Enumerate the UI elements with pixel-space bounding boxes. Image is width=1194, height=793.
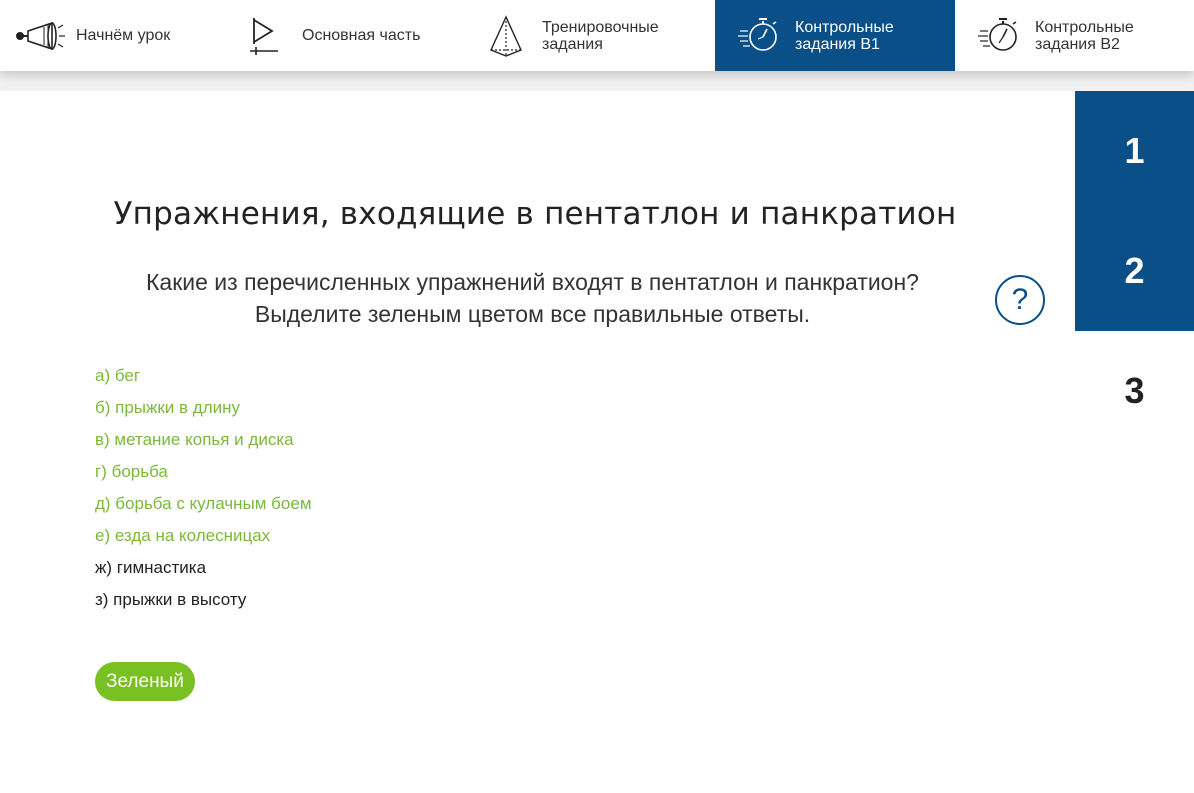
- answer-item[interactable]: в) метание копья и диска: [95, 427, 312, 459]
- play-icon: [240, 10, 292, 62]
- task-number-1[interactable]: 1: [1075, 91, 1194, 211]
- answer-item[interactable]: е) езда на колесницах: [95, 523, 312, 555]
- task-number-nav: 1 2 3: [1075, 91, 1194, 451]
- question-mark-icon: ?: [1011, 283, 1029, 316]
- task-title: Упражнения, входящие в пентатлон и панкр…: [113, 195, 957, 232]
- help-button[interactable]: ?: [995, 275, 1045, 325]
- green-color-button[interactable]: Зеленый: [95, 662, 195, 701]
- answer-item[interactable]: з) прыжки в высоту: [95, 587, 312, 619]
- top-navigation: Начнём урок Основная часть Тренировочные…: [0, 0, 1194, 71]
- tab-label: Контрольные задания В2: [1035, 18, 1134, 53]
- answer-item[interactable]: д) борьба с кулачным боем: [95, 491, 312, 523]
- tab-label: Основная часть: [302, 27, 421, 44]
- tab-start-lesson[interactable]: Начнём урок: [0, 0, 240, 71]
- answer-list: а) бег б) прыжки в длину в) метание копь…: [95, 363, 312, 619]
- tab-control-tasks-b1[interactable]: Контрольные задания В1: [715, 0, 955, 71]
- tab-training-tasks[interactable]: Тренировочные задания: [480, 0, 715, 71]
- stopwatch-icon: [733, 10, 785, 62]
- answer-item[interactable]: ж) гимнастика: [95, 555, 312, 587]
- answer-item[interactable]: а) бег: [95, 363, 312, 395]
- tab-label: Контрольные задания В1: [795, 18, 894, 53]
- question-line: Какие из перечисленных упражнений входят…: [146, 269, 919, 295]
- task-number-2[interactable]: 2: [1075, 211, 1194, 331]
- task-content: Упражнения, входящие в пентатлон и панкр…: [0, 91, 1075, 793]
- task-number-3[interactable]: 3: [1075, 331, 1194, 451]
- answer-item[interactable]: б) прыжки в длину: [95, 395, 312, 427]
- tab-label: Тренировочные задания: [542, 18, 659, 53]
- header-shadow: [0, 71, 1194, 91]
- tab-main-part[interactable]: Основная часть: [240, 0, 480, 71]
- megaphone-icon: [14, 10, 66, 62]
- stopwatch-icon: [973, 10, 1025, 62]
- tab-control-tasks-b2[interactable]: Контрольные задания В2: [955, 0, 1194, 71]
- tab-label: Начнём урок: [76, 27, 171, 44]
- task-question: Какие из перечисленных упражнений входят…: [60, 266, 1005, 330]
- answer-item[interactable]: г) борьба: [95, 459, 312, 491]
- pyramid-icon: [480, 10, 532, 62]
- question-line: Выделите зеленым цветом все правильные о…: [254, 301, 811, 327]
